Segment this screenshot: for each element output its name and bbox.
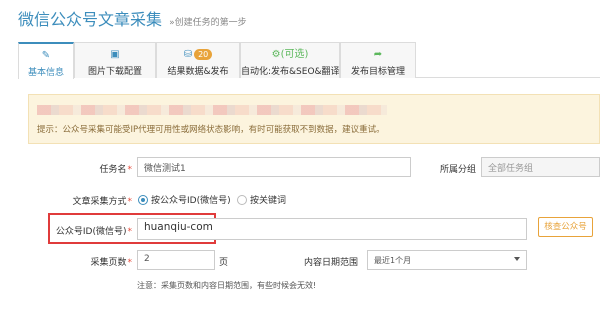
radio-label: 按公众号ID(微信号)	[151, 196, 231, 206]
tab-label: 自动化:发布&SEO&翻译	[241, 67, 340, 77]
mode-radio-account-id[interactable]: 按公众号ID(微信号)	[138, 193, 231, 206]
redacted-text	[37, 105, 387, 115]
page-subtitle: »创建任务的第一步	[169, 18, 247, 28]
task-name-label: 任务名*	[60, 162, 132, 175]
pages-input[interactable]: 2	[137, 250, 215, 270]
page-title-text: 微信公众号文章采集	[18, 10, 163, 29]
required-mark: *	[127, 258, 133, 268]
tab-automation[interactable]: ⚙(可选) 自动化:发布&SEO&翻译	[240, 42, 340, 78]
pages-label: 采集页数*	[70, 255, 132, 268]
tab-bar: ✎ 基本信息 ▣ 图片下载配置 ⛁ 20 结果数据&发布 ⚙(可选) 自动化:发布…	[18, 42, 600, 79]
tab-label: 结果数据&发布	[167, 67, 229, 77]
mode-label: 文章采集方式*	[50, 194, 132, 207]
tab-label: 发布目标管理	[350, 67, 405, 77]
tab-label: 图片下载配置	[87, 67, 142, 77]
required-mark: *	[127, 227, 133, 237]
tab-basic-info[interactable]: ✎ 基本信息	[18, 42, 74, 79]
pages-unit: 页	[219, 258, 229, 268]
gears-icon: ⚙(可选)	[271, 49, 309, 60]
task-name-input[interactable]: 微信测试1	[137, 157, 411, 177]
note-text: 注意：采集页数和内容日期范围，有些时候会无效!	[137, 281, 317, 290]
date-range-label: 内容日期范围	[303, 258, 358, 268]
account-id-label: 公众号ID(微信号)*	[52, 224, 132, 237]
date-range-select[interactable]: 最近1个月	[367, 250, 527, 270]
tab-badge: 20	[194, 49, 213, 60]
alert-tip: 提示：公众号采集可能受IP代理可用性或网络状态影响，有时可能获取不到数据，建议重…	[37, 125, 385, 135]
database-icon: ⛁ 20	[157, 48, 239, 61]
edit-icon: ✎	[41, 50, 51, 61]
required-mark: *	[127, 197, 133, 207]
check-account-button[interactable]: 核查公众号	[538, 217, 593, 237]
page-title: 微信公众号文章采集 »创建任务的第一步	[18, 6, 247, 30]
radio-selected-icon	[138, 195, 148, 205]
radio-label: 按关键词	[250, 196, 287, 206]
tab-results-publish[interactable]: ⛁ 20 结果数据&发布	[156, 42, 240, 78]
mode-label-text: 文章采集方式	[72, 197, 127, 207]
date-range-value: 最近1个月	[374, 256, 412, 265]
tab-icon-text: (可选)	[280, 49, 309, 60]
task-name-label-text: 任务名	[99, 165, 127, 175]
image-icon: ▣	[110, 49, 120, 60]
warning-alert: 提示：公众号采集可能受IP代理可用性或网络状态影响，有时可能获取不到数据，建议重…	[28, 94, 600, 144]
share-icon: ➦	[373, 49, 383, 60]
account-id-input[interactable]: huanqiu-com	[137, 218, 527, 240]
group-label: 所属分组	[439, 165, 476, 175]
tab-image-download[interactable]: ▣ 图片下载配置	[74, 42, 156, 78]
required-mark: *	[127, 165, 133, 175]
group-select[interactable]: 全部任务组	[481, 157, 600, 177]
chevron-down-icon	[514, 257, 520, 261]
account-id-label-text: 公众号ID(微信号)	[55, 227, 127, 237]
pages-label-text: 采集页数	[90, 258, 127, 268]
mode-radio-keyword[interactable]: 按关键词	[237, 193, 286, 206]
radio-unselected-icon	[237, 195, 247, 205]
tab-publish-targets[interactable]: ➦ 发布目标管理	[340, 42, 416, 78]
tab-label: 基本信息	[27, 68, 64, 78]
